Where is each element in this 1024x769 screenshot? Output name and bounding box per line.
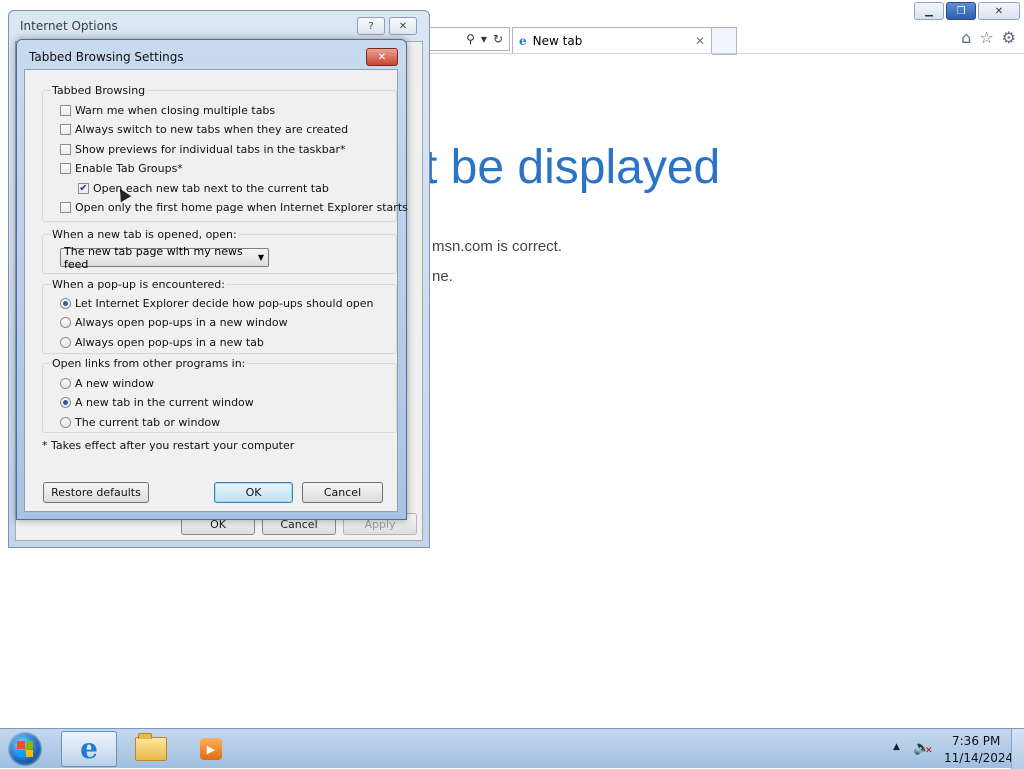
checkbox-label: Enable Tab Groups*	[75, 162, 183, 175]
checkbox[interactable]	[60, 144, 71, 155]
help-button[interactable]: ?	[357, 17, 385, 35]
clock-date[interactable]: 11/14/2024	[944, 751, 1013, 765]
refresh-icon[interactable]: ↻	[493, 32, 503, 46]
show-desktop-button[interactable]	[1011, 729, 1024, 769]
radio-label: A new tab in the current window	[75, 396, 254, 409]
cancel-button[interactable]: Cancel	[302, 482, 383, 503]
mute-indicator-icon: ✕	[925, 746, 933, 756]
new-tab-button[interactable]	[712, 27, 737, 55]
internet-options-title: Internet Options	[20, 19, 118, 33]
tray-expand-icon[interactable]: ▲	[893, 742, 900, 752]
radio-links-new-window[interactable]: A new window	[60, 377, 154, 390]
search-icon[interactable]: ⚲	[466, 32, 475, 46]
popup-legend: When a pop-up is encountered:	[51, 278, 226, 291]
favorites-star-icon[interactable]: ☆	[979, 28, 993, 47]
ok-button[interactable]: OK	[214, 482, 293, 503]
radio-links-new-tab[interactable]: A new tab in the current window	[60, 396, 254, 409]
radio[interactable]	[60, 378, 71, 389]
windows-logo-icon	[17, 741, 33, 757]
checkbox-label: Warn me when closing multiple tabs	[75, 104, 276, 117]
radio-popup-ie-decide[interactable]: Let Internet Explorer decide how pop-ups…	[60, 297, 374, 310]
browser-toolbar: ⌂ ☆ ⚙	[961, 28, 1016, 47]
home-icon[interactable]: ⌂	[961, 28, 971, 47]
new-tab-select-value: The new tab page with my news feed	[64, 244, 243, 271]
checkbox[interactable]	[60, 105, 71, 116]
folder-icon	[135, 733, 167, 761]
checkbox-checked[interactable]: ✔	[78, 183, 89, 194]
window-caption-buttons: ▁ ❐ ✕	[914, 2, 1020, 20]
radio-label: A new window	[75, 377, 154, 390]
dialog-title: Tabbed Browsing Settings	[29, 50, 184, 64]
checkbox[interactable]	[60, 163, 71, 174]
clock-time[interactable]: 7:36 PM	[952, 734, 1000, 748]
taskbar-file-explorer[interactable]	[123, 731, 179, 767]
links-legend: Open links from other programs in:	[51, 357, 247, 370]
radio[interactable]	[60, 417, 71, 428]
checkbox-label: Always switch to new tabs when they are …	[75, 123, 349, 136]
restore-button[interactable]: ❐	[946, 2, 976, 20]
checkbox-label: Open only the first home page when Inter…	[75, 201, 408, 214]
dialog-close-button[interactable]: ✕	[366, 48, 398, 66]
radio-links-current-tab[interactable]: The current tab or window	[60, 416, 220, 429]
checkbox-switch-new-tabs[interactable]: Always switch to new tabs when they are …	[60, 123, 348, 136]
radio-label: The current tab or window	[75, 416, 221, 429]
checkbox-label: Show previews for individual tabs in the…	[75, 143, 346, 156]
media-player-icon: ▶	[200, 738, 222, 760]
checkbox-show-previews[interactable]: Show previews for individual tabs in the…	[60, 143, 346, 156]
address-bar-controls: ⚲ ▾ ↻	[430, 27, 510, 51]
taskbar-internet-explorer[interactable]: e	[61, 731, 117, 767]
tabbed-browsing-legend: Tabbed Browsing	[51, 84, 147, 97]
error-page-title: t be displayed	[424, 141, 721, 194]
dropdown-icon[interactable]: ▾	[481, 32, 487, 46]
checkbox[interactable]	[60, 124, 71, 135]
checkbox[interactable]	[60, 202, 71, 213]
ie-tab-icon: e	[519, 33, 527, 48]
tab-title: New tab	[532, 33, 583, 48]
new-tab-select[interactable]: The new tab page with my news feed ▼	[60, 245, 269, 271]
radio[interactable]	[60, 337, 71, 348]
checkbox-warn-closing-tabs[interactable]: Warn me when closing multiple tabs	[60, 104, 275, 117]
internet-options-close-button[interactable]: ✕	[389, 17, 417, 35]
close-window-button[interactable]: ✕	[978, 2, 1020, 20]
taskbar-media-player[interactable]: ▶	[183, 731, 239, 767]
radio-popup-new-window[interactable]: Always open pop-ups in a new window	[60, 316, 288, 329]
restart-note: * Takes effect after you restart your co…	[42, 439, 295, 452]
radio-selected[interactable]	[60, 298, 71, 309]
checkbox-first-home-page[interactable]: Open only the first home page when Inter…	[60, 201, 408, 214]
start-button[interactable]	[8, 732, 42, 766]
browser-tab[interactable]: e New tab ✕	[512, 27, 712, 53]
error-page-line: msn.com is correct.	[432, 238, 563, 255]
toolbar-divider	[430, 53, 1024, 54]
checkbox-enable-tab-groups[interactable]: Enable Tab Groups*	[60, 162, 183, 175]
internet-explorer-icon: e	[80, 732, 98, 765]
radio-label: Let Internet Explorer decide how pop-ups…	[75, 297, 374, 310]
radio-label: Always open pop-ups in a new tab	[75, 336, 264, 349]
radio-popup-new-tab[interactable]: Always open pop-ups in a new tab	[60, 336, 264, 349]
taskbar: e ▶ ▲ 🔈 ✕ 7:36 PM 11/14/2024	[0, 728, 1024, 769]
restore-defaults-button[interactable]: Restore defaults	[43, 482, 149, 503]
error-page-line: ne.	[432, 268, 453, 285]
radio-selected[interactable]	[60, 397, 71, 408]
radio[interactable]	[60, 317, 71, 328]
gear-icon[interactable]: ⚙	[1002, 28, 1016, 47]
minimize-button[interactable]: ▁	[914, 2, 944, 20]
radio-label: Always open pop-ups in a new window	[75, 316, 288, 329]
chevron-down-icon[interactable]: ▼	[254, 253, 268, 262]
tab-close-icon[interactable]: ✕	[695, 34, 705, 48]
new-tab-legend: When a new tab is opened, open:	[51, 228, 238, 241]
